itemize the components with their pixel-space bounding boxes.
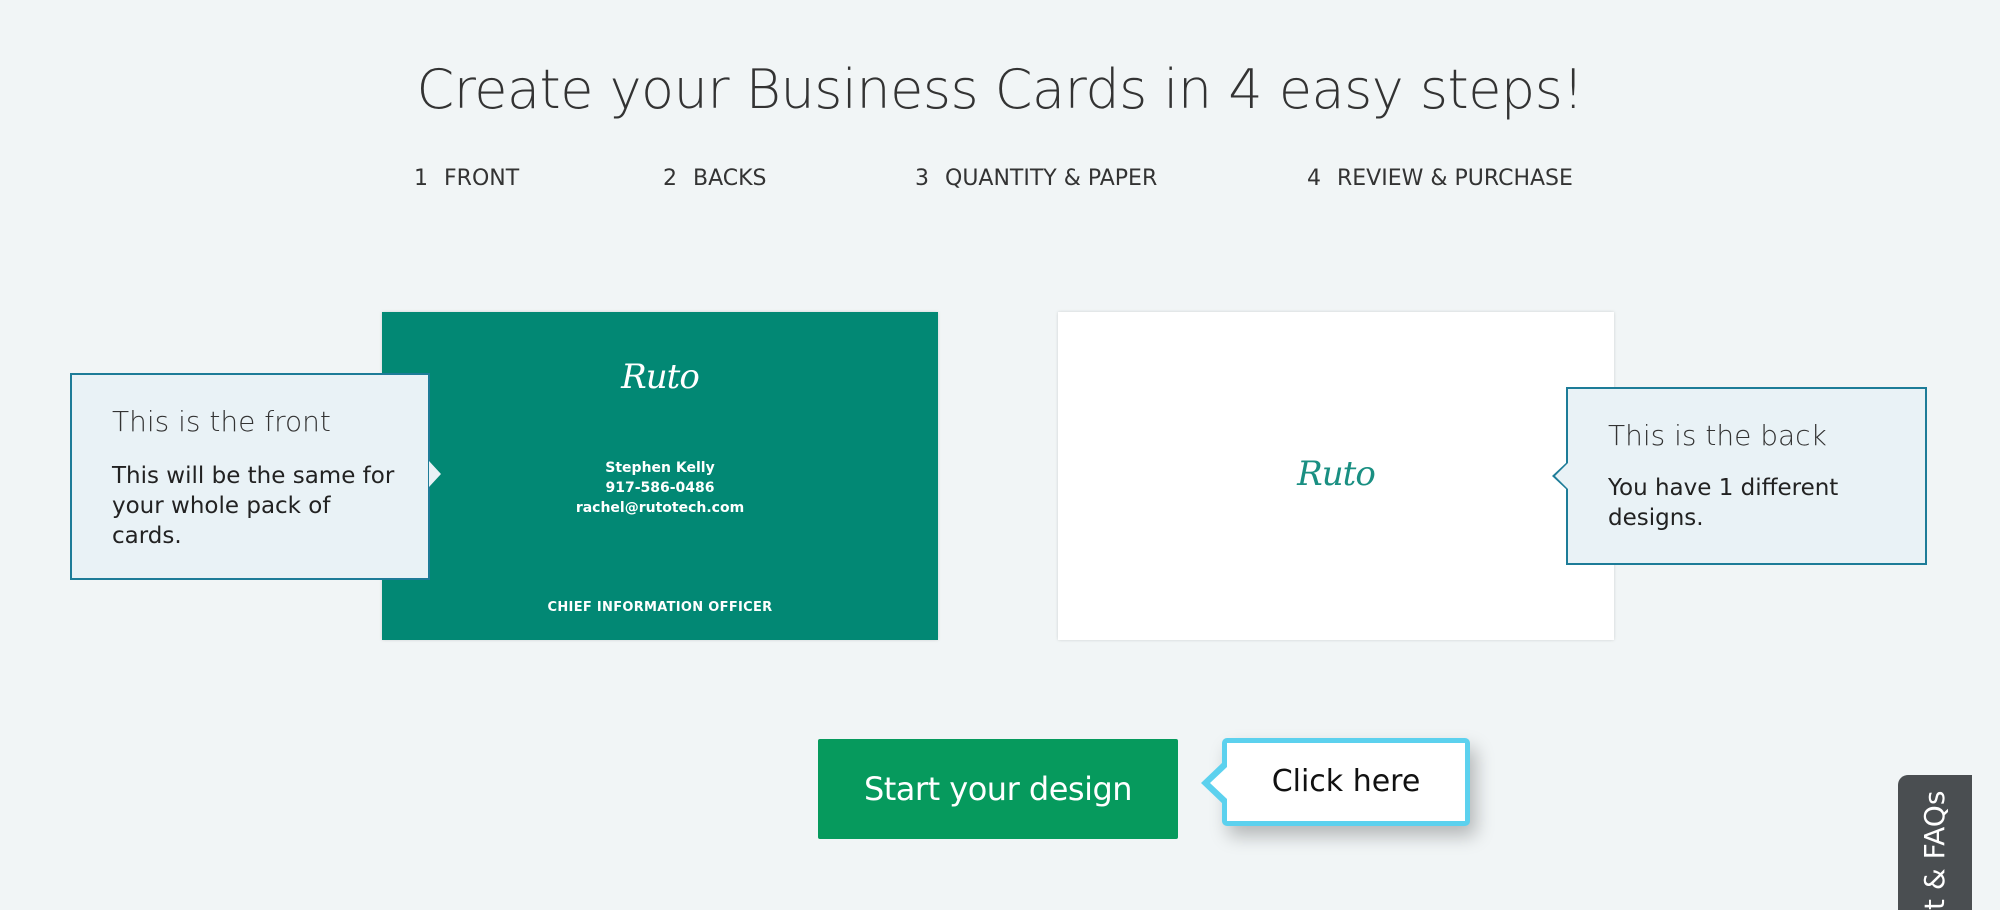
callout-body: This will be the same for your whole pac… [112, 463, 395, 549]
start-design-button[interactable]: Start your design [818, 739, 1178, 839]
card-email: rachel@rutotech.com [575, 500, 745, 516]
step-backs: 2 BACKS [663, 166, 767, 191]
step-front: 1 FRONT [414, 166, 519, 191]
back-callout: This is the back You have 1 different de… [1552, 387, 1927, 565]
callout-title: This is the front [112, 405, 331, 438]
card-front-preview: Ruto Stephen Kelly 917-586-0486 rachel@r… [382, 312, 938, 640]
faq-tab[interactable]: t & FAQs [1898, 775, 1972, 910]
page-title: Create your Business Cards in 4 easy ste… [416, 58, 1584, 121]
card-contact-block: Stephen Kelly 917-586-0486 rachel@rutote… [382, 458, 938, 518]
faq-tab-label: t & FAQs [1918, 790, 1951, 910]
step-label: QUANTITY & PAPER [945, 166, 1158, 191]
callout-body: You have 1 different designs. [1608, 475, 1839, 531]
click-here-tooltip: Click here [1201, 738, 1470, 826]
step-number: 3 [915, 166, 929, 191]
page: Create your Business Cards in 4 easy ste… [0, 0, 2000, 910]
step-quantity-paper: 3 QUANTITY & PAPER [915, 166, 1157, 191]
step-label: REVIEW & PURCHASE [1337, 166, 1573, 191]
card-phone: 917-586-0486 [605, 480, 715, 496]
card-back-preview: Ruto [1058, 312, 1614, 640]
tooltip-label: Click here [1271, 764, 1421, 799]
tooltip-pointer [1210, 767, 1227, 799]
step-label: FRONT [444, 166, 520, 191]
steps-nav: 1 FRONT 2 BACKS 3 QUANTITY & PAPER 4 REVIEW … [0, 166, 2000, 196]
ruto-logo: Ruto [621, 357, 700, 397]
callout-title: This is the back [1608, 419, 1827, 452]
callout-pointer [429, 461, 441, 487]
callout-pointer [1555, 463, 1568, 489]
step-number: 2 [663, 166, 677, 191]
step-number: 1 [414, 166, 428, 191]
card-name: Stephen Kelly [605, 460, 715, 476]
ruto-logo: Ruto [1297, 454, 1376, 494]
step-label: BACKS [693, 166, 767, 191]
card-job-title: CHIEF INFORMATION OFFICER [547, 600, 773, 615]
front-callout: This is the front This will be the same … [70, 373, 441, 580]
step-number: 4 [1307, 166, 1321, 191]
step-review-purchase: 4 REVIEW & PURCHASE [1307, 166, 1573, 191]
